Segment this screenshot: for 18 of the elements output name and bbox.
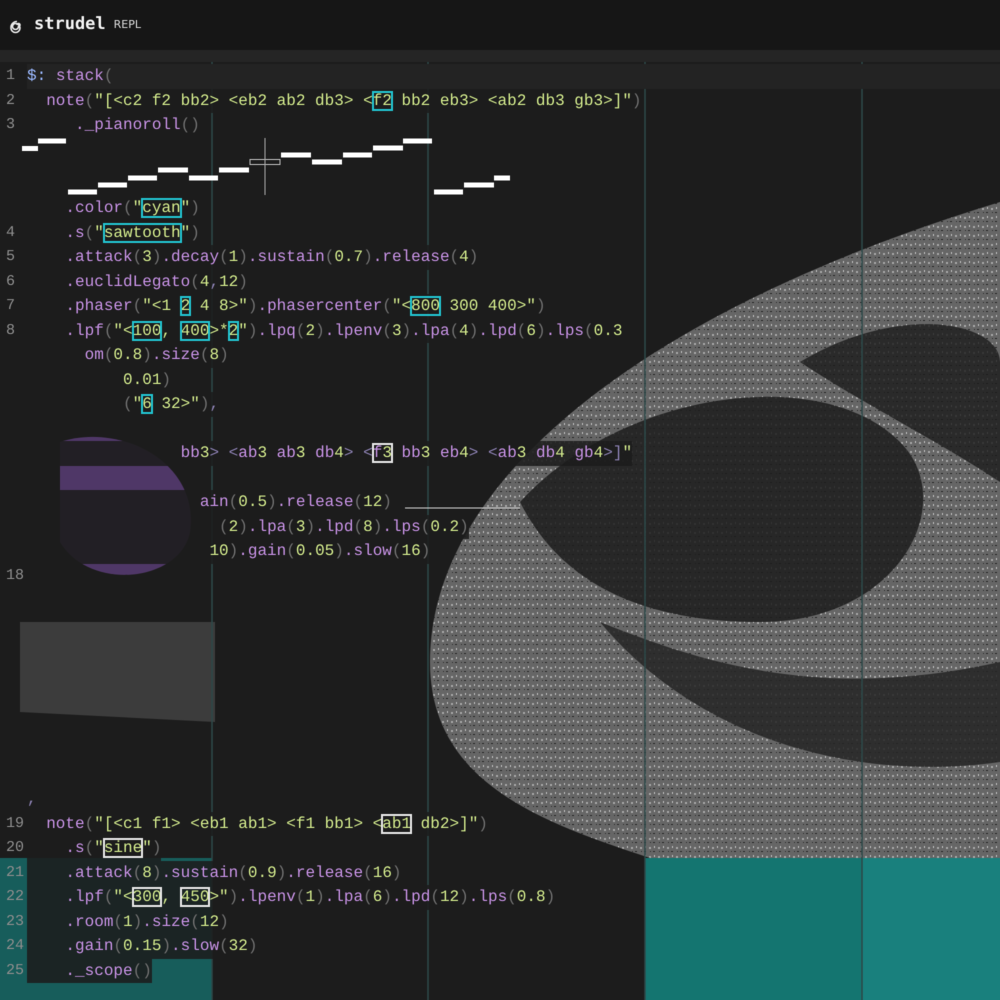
line-number: 20 xyxy=(6,839,24,856)
line-number: 5 xyxy=(6,248,16,265)
app-subtitle: REPL xyxy=(114,16,142,33)
line-number: 7 xyxy=(6,297,16,314)
line-number: 24 xyxy=(6,937,24,954)
line-number: 21 xyxy=(6,864,24,880)
line-number: 4 xyxy=(6,224,16,240)
line-number: 25 xyxy=(6,962,24,978)
line-number: 18 xyxy=(6,566,24,584)
line-number: 22 xyxy=(6,888,24,905)
line-number: 2 xyxy=(6,92,16,108)
app-title: strudel xyxy=(34,13,106,36)
line-number: 3 xyxy=(6,116,16,133)
line-number: 19 xyxy=(6,814,24,832)
line-number: 6 xyxy=(6,272,16,290)
line-number: 1 xyxy=(6,67,16,84)
line-number: 23 xyxy=(6,912,24,930)
line-number: 8 xyxy=(6,322,16,338)
